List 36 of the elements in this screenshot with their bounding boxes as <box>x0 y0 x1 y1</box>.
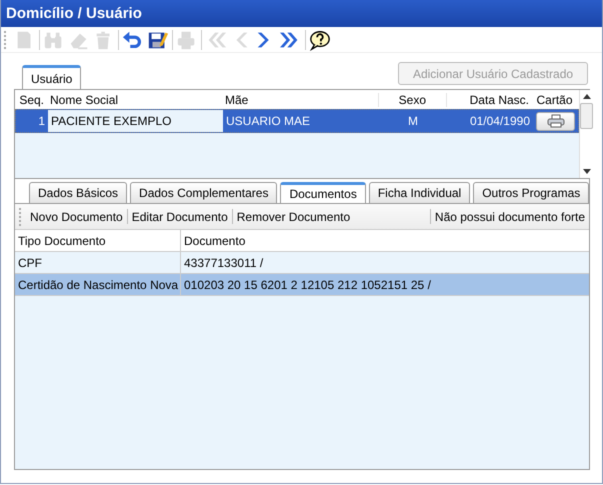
column-header: Data Nasc. <box>446 92 532 106</box>
toolbar-button[interactable]: Editar Documento <box>128 210 232 224</box>
print-card-button[interactable] <box>536 112 575 130</box>
table-cell: CPF <box>15 252 181 273</box>
table-row[interactable]: Certidão de Nascimento Nova 010203 20 15 6201 2 12105 212 1052151 25 / <box>15 274 589 296</box>
toolbar-button[interactable]: Remover Documento <box>232 210 354 224</box>
column-header: Cartão <box>535 92 574 106</box>
column-header: Seq. <box>18 92 45 106</box>
column-header: Documento <box>183 232 246 250</box>
tab[interactable]: Ficha Individual <box>368 182 470 203</box>
printer-icon <box>546 114 566 128</box>
table-cell: PACIENTE EXEMPLO <box>48 110 223 132</box>
scrollbar[interactable] <box>579 90 593 178</box>
tab[interactable]: Dados Complementares <box>130 182 278 203</box>
table-row[interactable]: 1 PACIENTE EXEMPLO USUARIO MAE M 01/04/1990 <box>15 109 579 133</box>
column-header: Tipo Documento <box>15 230 181 251</box>
help-speech-bubble-icon[interactable] <box>309 28 331 50</box>
window-title: Domicílio / Usuário <box>6 5 142 22</box>
table-cell-text: 1 <box>37 114 46 128</box>
column-header: Mãe <box>224 92 250 106</box>
tab[interactable]: Usuário <box>22 65 82 89</box>
tab[interactable]: Documentos <box>280 182 366 203</box>
toolbar-button[interactable]: Não possui documento forte <box>430 210 589 224</box>
table-cell-text: M <box>407 114 419 128</box>
toolbar-button[interactable]: Novo Documento <box>26 210 127 224</box>
table-cell-text: 010203 20 15 6201 2 12105 212 1052151 25 / <box>183 276 432 294</box>
table-cell-text: 43377133011 / <box>183 254 264 272</box>
scroll-up-arrow-icon[interactable] <box>582 94 590 99</box>
column-header: Sexo <box>378 92 446 106</box>
table-cell: Certidão de Nascimento Nova <box>15 274 181 295</box>
tab[interactable]: Outros Programas <box>473 182 590 203</box>
table-cell-text: 01/04/1990 <box>468 114 531 128</box>
column-header: Nome Social <box>49 92 120 106</box>
tab[interactable]: Dados Básicos <box>29 182 128 203</box>
scroll-down-arrow-icon[interactable] <box>582 169 590 174</box>
table-cell-text: USUARIO MAE <box>225 114 312 128</box>
